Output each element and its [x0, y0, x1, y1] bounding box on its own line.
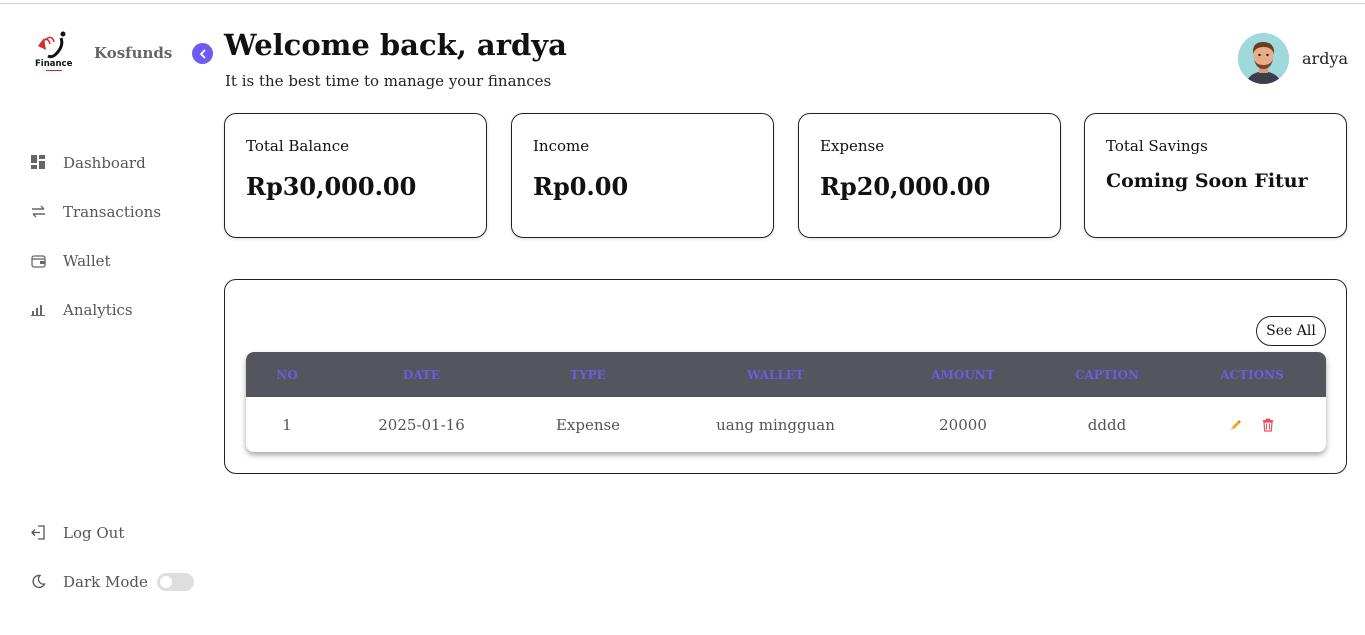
cell-no: 1	[282, 415, 292, 434]
user-menu[interactable]: ardya	[1238, 33, 1348, 84]
cell-amount: 20000	[939, 415, 987, 434]
darkmode-label: Dark Mode	[63, 572, 148, 591]
page-subtitle: It is the best time to manage your finan…	[225, 72, 552, 90]
table-header: NO DATE TYPE WALLET AMOUNT CAPTION ACTIO…	[246, 352, 1326, 397]
sidebar: Finance Kosfunds Dashboard Transactions	[0, 0, 215, 635]
see-all-button[interactable]: See All	[1256, 316, 1326, 346]
card-value: Rp20,000.00	[820, 172, 991, 201]
recent-transactions-panel: See All NO DATE TYPE WALLET AMOUNT CAPTI…	[224, 279, 1347, 474]
edit-pencil-icon[interactable]	[1228, 417, 1244, 433]
sidebar-item-label: Analytics	[63, 300, 133, 319]
sidebar-nav: Dashboard Transactions Wallet Analytics	[30, 138, 210, 334]
total-savings-card: Total Savings Coming Soon Fitur	[1084, 113, 1347, 238]
sidebar-item-transactions[interactable]: Transactions	[30, 187, 210, 236]
income-card: Income Rp0.00	[511, 113, 774, 238]
card-title: Income	[533, 137, 590, 155]
logout-button[interactable]: Log Out	[30, 508, 210, 557]
card-value: Rp30,000.00	[246, 172, 417, 201]
cell-type: Expense	[555, 415, 621, 434]
column-header-no: NO	[276, 367, 298, 382]
avatar	[1238, 33, 1289, 84]
wallet-icon	[30, 253, 46, 269]
cell-actions	[1178, 417, 1326, 433]
dashboard-icon	[30, 155, 46, 171]
sidebar-item-dashboard[interactable]: Dashboard	[30, 138, 210, 187]
brand: Finance Kosfunds	[30, 28, 172, 74]
table-row: 1 2025-01-16 Expense uang mingguan 20000…	[246, 397, 1326, 452]
card-title: Expense	[820, 137, 885, 155]
column-header-actions: ACTIONS	[1220, 367, 1284, 382]
total-balance-card: Total Balance Rp30,000.00	[224, 113, 487, 238]
column-header-wallet: WALLET	[747, 367, 804, 382]
column-header-amount: AMOUNT	[931, 367, 995, 382]
sidebar-item-wallet[interactable]: Wallet	[30, 236, 210, 285]
sidebar-item-label: Dashboard	[63, 153, 146, 172]
chevron-left-icon	[199, 49, 205, 58]
sidebar-item-label: Transactions	[63, 202, 162, 221]
moon-icon	[30, 574, 46, 590]
toggle-knob	[159, 575, 172, 588]
column-header-type: TYPE	[570, 367, 606, 382]
logout-icon	[30, 525, 46, 541]
column-header-date: DATE	[402, 367, 441, 382]
brand-name: Kosfunds	[94, 44, 173, 62]
logo-text: Finance	[35, 59, 73, 69]
delete-trash-icon[interactable]	[1260, 417, 1276, 433]
cell-date: 2025-01-16	[378, 415, 465, 434]
card-value: Rp0.00	[533, 172, 629, 201]
card-value: Coming Soon Fitur	[1106, 170, 1308, 192]
cell-caption: dddd	[1087, 415, 1127, 434]
darkmode-toggle[interactable]	[156, 572, 194, 591]
logout-label: Log Out	[63, 523, 125, 542]
collapse-sidebar-button[interactable]	[192, 43, 213, 64]
sidebar-item-analytics[interactable]: Analytics	[30, 285, 210, 334]
card-title: Total Savings	[1106, 137, 1208, 155]
transactions-icon	[30, 204, 46, 220]
sidebar-item-label: Wallet	[63, 251, 111, 270]
finance-logo[interactable]: Finance	[30, 28, 76, 74]
transactions-table: NO DATE TYPE WALLET AMOUNT CAPTION ACTIO…	[246, 352, 1326, 452]
analytics-icon	[30, 302, 46, 318]
page-title: Welcome back, ardya	[224, 28, 567, 62]
username: ardya	[1302, 49, 1349, 68]
expense-card: Expense Rp20,000.00	[798, 113, 1061, 238]
card-title: Total Balance	[246, 137, 350, 155]
darkmode-row: Dark Mode	[30, 557, 210, 606]
sidebar-bottom: Log Out Dark Mode	[30, 508, 210, 606]
column-header-caption: CAPTION	[1075, 367, 1139, 382]
cell-wallet: uang mingguan	[716, 415, 835, 434]
